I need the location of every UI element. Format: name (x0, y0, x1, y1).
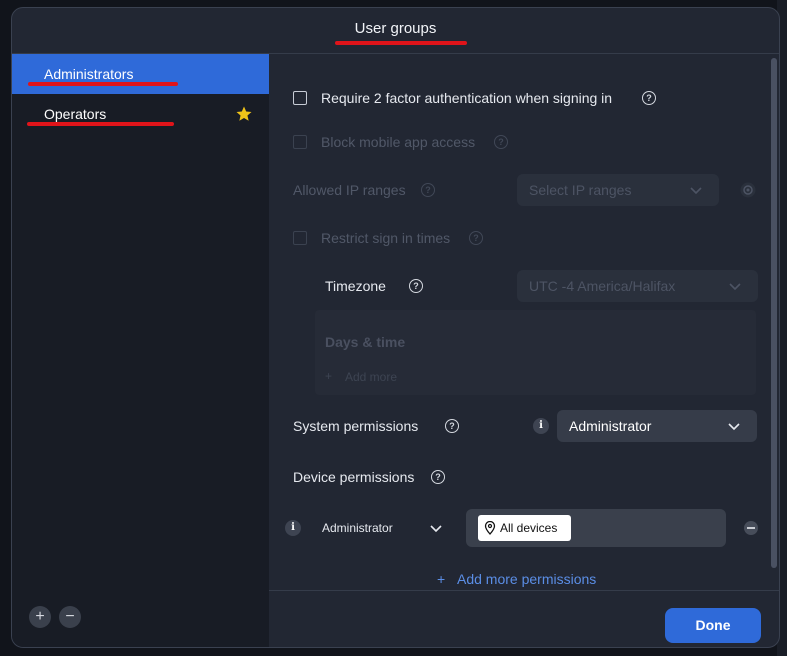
add-group-button[interactable]: + (29, 606, 51, 628)
add-more-link[interactable]: Add more (345, 370, 397, 384)
days-time-title: Days & time (325, 334, 406, 350)
footer-divider (269, 590, 779, 591)
device-permissions-label: Device permissions (293, 469, 415, 485)
user-groups-dialog: User groups Administrators Operators + −… (11, 7, 780, 648)
star-icon[interactable] (235, 105, 253, 123)
help-icon[interactable]: ? (431, 470, 445, 484)
ip-ranges-placeholder: Select IP ranges (529, 182, 632, 198)
info-icon[interactable]: i (533, 418, 549, 434)
block-mobile-checkbox[interactable] (293, 135, 307, 149)
done-button[interactable]: Done (665, 608, 761, 643)
system-permissions-value: Administrator (569, 418, 652, 434)
help-icon[interactable]: ? (409, 279, 423, 293)
dialog-header: User groups (12, 8, 779, 54)
block-mobile-label: Block mobile app access (321, 134, 476, 150)
timezone-label: Timezone (325, 278, 386, 294)
restrict-times-label: Restrict sign in times (321, 230, 451, 246)
scrollbar-thumb[interactable] (771, 58, 777, 568)
annotation-underline-administrators (28, 82, 178, 86)
gear-icon[interactable] (740, 182, 756, 198)
group-item-administrators[interactable]: Administrators (12, 54, 269, 94)
restrict-times-checkbox[interactable] (293, 231, 307, 245)
dialog-title: User groups (354, 20, 437, 37)
add-more-icon: + (325, 369, 333, 383)
require-2fa-label: Require 2 factor authentication when sig… (321, 90, 613, 106)
help-icon[interactable]: ? (469, 231, 483, 245)
annotation-underline-operators (27, 122, 174, 126)
help-icon[interactable]: ? (445, 419, 459, 433)
group-settings-panel: Require 2 factor authentication when sig… (269, 54, 779, 647)
help-icon[interactable]: ? (421, 183, 435, 197)
group-label: Administrators (44, 66, 134, 82)
help-icon[interactable]: ? (642, 91, 656, 105)
chevron-down-icon (690, 187, 702, 195)
chevron-down-icon (729, 283, 741, 291)
timezone-value: UTC -4 America/Halifax (529, 278, 676, 294)
device-chip-label: All devices (500, 521, 558, 535)
group-item-operators[interactable]: Operators (12, 94, 269, 134)
help-icon[interactable]: ? (494, 135, 508, 149)
device-scope-field[interactable]: All devices (466, 509, 726, 547)
allowed-ip-label: Allowed IP ranges (293, 182, 406, 198)
timezone-select[interactable]: UTC -4 America/Halifax (517, 270, 758, 302)
chevron-down-icon (728, 423, 740, 431)
days-time-section: Days & time + Add more (315, 310, 756, 395)
group-label: Operators (44, 106, 107, 122)
device-chip[interactable]: All devices (478, 515, 571, 541)
require-2fa-checkbox[interactable] (293, 91, 307, 105)
group-list-sidebar: Administrators Operators + − (12, 54, 269, 647)
device-role-value[interactable]: Administrator (322, 521, 393, 535)
add-more-permissions-link[interactable]: Add more permissions (457, 571, 596, 587)
location-pin-icon (484, 521, 496, 535)
remove-group-button[interactable]: − (59, 606, 81, 628)
annotation-underline-title (335, 41, 467, 45)
chevron-down-icon[interactable] (429, 521, 443, 535)
system-permissions-label: System permissions (293, 418, 419, 434)
add-permission-icon[interactable]: + (437, 571, 445, 587)
ip-ranges-select[interactable]: Select IP ranges (517, 174, 719, 206)
info-icon[interactable]: i (285, 520, 301, 536)
remove-permission-icon[interactable] (744, 521, 758, 535)
system-permissions-select[interactable]: Administrator (557, 410, 757, 442)
scrollbar[interactable] (771, 58, 777, 568)
